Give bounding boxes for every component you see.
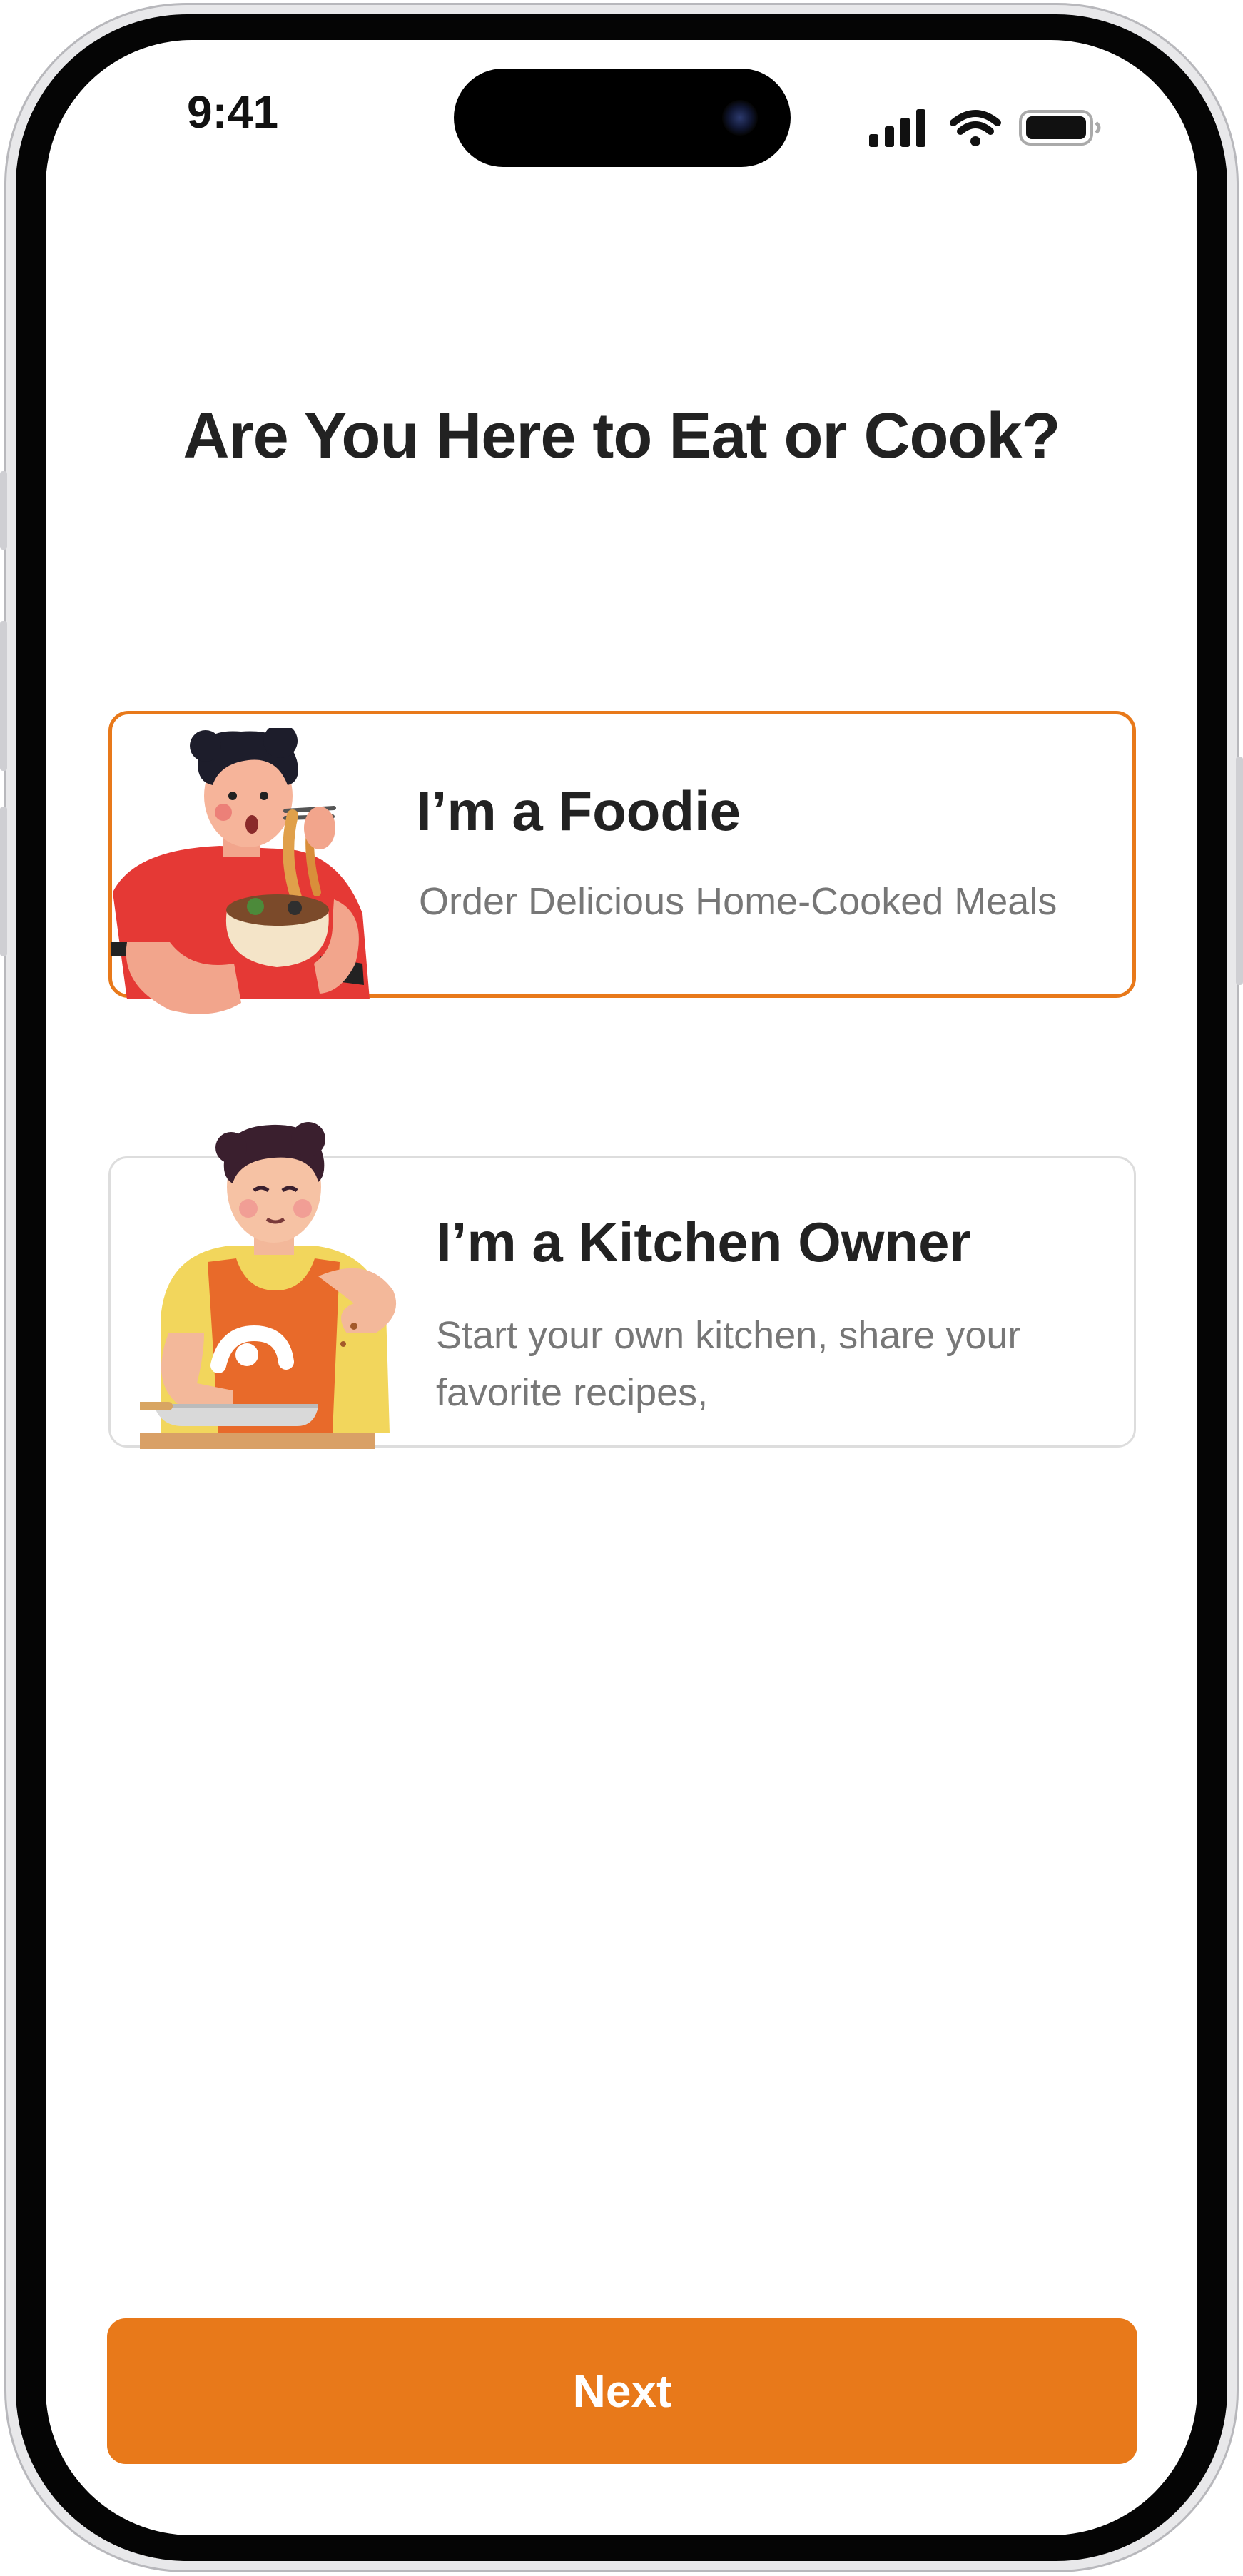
status-icons [869, 107, 1105, 150]
volume-up-button [0, 621, 7, 771]
volume-down-button [0, 807, 7, 956]
action-button [0, 471, 7, 550]
status-time: 9:41 [186, 86, 279, 138]
power-button [1236, 757, 1243, 985]
option-title: I’m a Kitchen Owner [436, 1211, 971, 1273]
dynamic-island [454, 69, 791, 167]
wifi-icon [950, 110, 1001, 146]
next-button[interactable]: Next [107, 2318, 1137, 2464]
option-subtitle-line1: Start your own kitchen, share your [436, 1314, 1021, 1357]
front-camera-icon [722, 100, 758, 136]
battery-icon [1019, 110, 1101, 146]
chef-cooking-illustration [140, 1122, 397, 1449]
option-title: I’m a Foodie [416, 779, 741, 842]
cellular-signal-icon [869, 109, 925, 147]
foodie-eating-noodles-illustration [111, 728, 370, 1014]
option-subtitle: Order Delicious Home-Cooked Meals [419, 880, 1057, 923]
page-title: Are You Here to Eat or Cook? [183, 400, 1061, 472]
option-subtitle-line2: favorite recipes, [436, 1371, 709, 1414]
